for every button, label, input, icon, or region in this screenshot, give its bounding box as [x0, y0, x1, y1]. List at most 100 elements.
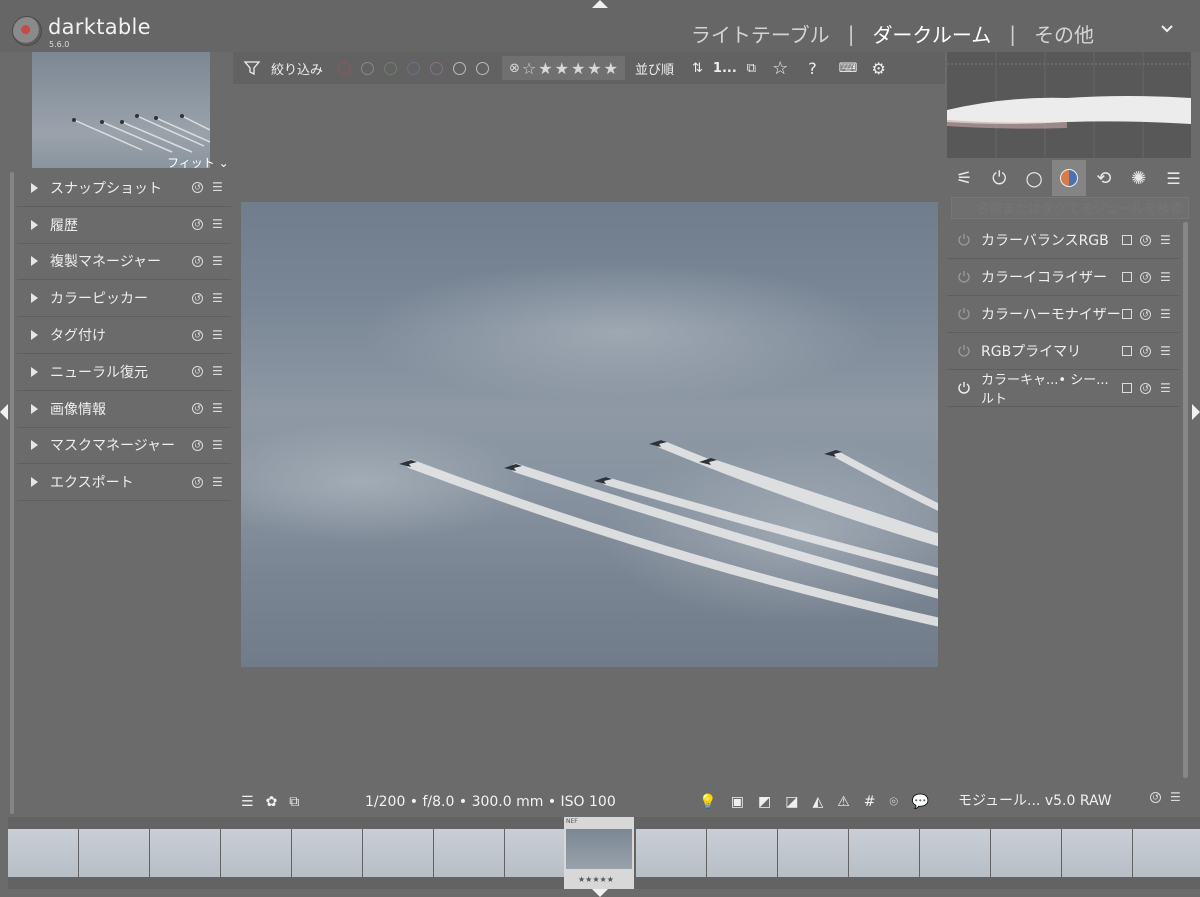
module-color-equalizer[interactable]: カラーイコライザー ↺ ☰ [947, 259, 1179, 296]
preset-menu-icon[interactable]: ☰ [212, 402, 223, 414]
reset-icon[interactable]: ↺ [1140, 308, 1151, 320]
filmstrip-thumbnail-selected[interactable]: NEF ★★★★★ [564, 817, 634, 889]
chevron-down-icon[interactable] [1160, 22, 1174, 36]
preset-menu-icon[interactable]: ☰ [212, 181, 223, 193]
iso12646-icon[interactable]: 💡 [699, 794, 716, 810]
gamut-check-icon[interactable]: ◭ [812, 794, 823, 810]
power-icon[interactable] [957, 307, 971, 321]
label-mode-icon[interactable] [476, 61, 490, 75]
module-export[interactable]: エクスポート ↺ ☰ [17, 464, 231, 502]
star-overlay-icon[interactable]: ☆ [772, 58, 788, 79]
module-color-picker[interactable]: カラーピッカー ↺ ☰ [17, 280, 231, 318]
warning-icon[interactable]: ⚠ [837, 794, 850, 810]
left-scrollbar[interactable] [10, 172, 14, 814]
preset-menu-icon[interactable]: ☰ [212, 439, 223, 451]
reset-icon[interactable]: ↺ [192, 292, 203, 304]
rating-filter[interactable]: ⊗ ☆ ★ ★ ★ ★ ★ [502, 56, 625, 80]
softproof-icon[interactable]: ◪ [785, 794, 798, 810]
grouping-icon[interactable]: ⧉ [747, 61, 756, 76]
preset-menu-icon[interactable]: ☰ [1170, 791, 1181, 803]
tab-quick-access[interactable]: ⚟ [947, 160, 982, 196]
filmstrip-thumbnail[interactable] [8, 829, 78, 877]
filmstrip-thumbnail[interactable] [849, 829, 919, 877]
filmstrip-thumbnail[interactable] [778, 829, 848, 877]
reset-icon[interactable]: ↺ [192, 366, 203, 378]
filmstrip-thumbnail[interactable] [434, 829, 504, 877]
reset-icon[interactable]: ↺ [1140, 271, 1151, 283]
filmstrip-thumbnail[interactable] [920, 829, 990, 877]
preset-menu-icon[interactable]: ☰ [1160, 308, 1171, 320]
right-scrollbar[interactable] [1183, 222, 1188, 778]
module-image-info[interactable]: 画像情報 ↺ ☰ [17, 391, 231, 428]
filmstrip-thumbnail[interactable] [1062, 829, 1132, 877]
module-duplicate-manager[interactable]: 複製マネージャー ↺ ☰ [17, 244, 231, 281]
quick-access-icon[interactable]: ☰ [241, 794, 254, 810]
yellow-label-icon[interactable] [361, 61, 375, 75]
star-icon[interactable]: ★ [571, 59, 585, 78]
reset-icon[interactable]: ↺ [1140, 234, 1151, 246]
view-darkroom[interactable]: ダークルーム [854, 19, 1009, 48]
reset-icon[interactable]: ↺ [192, 329, 203, 341]
styles-icon[interactable]: ✿ [266, 794, 278, 810]
power-icon[interactable] [957, 344, 971, 358]
filmstrip-thumbnail[interactable] [991, 829, 1061, 877]
second-window-icon[interactable]: ⧉ [289, 794, 299, 810]
module-neural-restore[interactable]: ニューラル復元 ↺ ☰ [17, 354, 231, 391]
tab-correct[interactable]: ⟲ [1086, 160, 1121, 196]
reset-icon[interactable]: ↺ [192, 403, 203, 415]
star-icon[interactable]: ★ [555, 59, 569, 78]
red-label-icon[interactable] [338, 61, 352, 75]
green-label-icon[interactable] [384, 61, 398, 75]
star-icon[interactable]: ★ [538, 59, 552, 78]
sort-value[interactable]: 1... [713, 61, 737, 76]
module-mask-manager[interactable]: マスクマネージャー ↺ ☰ [17, 428, 231, 465]
tab-color[interactable] [1051, 160, 1087, 196]
top-panel-toggle[interactable] [592, 0, 608, 8]
multi-instance-icon[interactable] [1122, 272, 1132, 282]
help-icon[interactable]: ? [808, 59, 817, 78]
module-history[interactable]: 履歴 ↺ ☰ [17, 207, 231, 244]
navigation-preview[interactable] [32, 52, 210, 168]
purple-label-icon[interactable] [430, 61, 444, 75]
multi-instance-icon[interactable] [1122, 235, 1132, 245]
tab-presets[interactable]: ☰ [1156, 160, 1191, 196]
module-search-input[interactable] [951, 197, 1189, 219]
preset-menu-icon[interactable]: ☰ [212, 255, 223, 267]
guides-icon[interactable]: # [864, 794, 876, 810]
histogram[interactable] [947, 52, 1191, 158]
tab-active-modules[interactable]: ⏻ [982, 160, 1017, 196]
thumbnail-rating[interactable]: ★★★★★ [578, 875, 614, 884]
reset-icon[interactable]: ↺ [192, 255, 203, 267]
zoom-selector[interactable]: フィット ⌄ [167, 154, 229, 171]
module-color-balance-rgb[interactable]: カラーバランスRGB ↺ ☰ [947, 222, 1179, 259]
tab-base[interactable]: ○ [1017, 160, 1052, 196]
bottom-panel-toggle[interactable] [592, 889, 608, 897]
preset-menu-icon[interactable]: ☰ [1160, 382, 1171, 394]
star-icon[interactable]: ★ [587, 59, 601, 78]
module-color-harmonizer[interactable]: カラーハーモナイザー ↺ ☰ [947, 296, 1179, 333]
module-rgb-primaries[interactable]: RGBプライマリ ↺ ☰ [947, 333, 1179, 370]
preset-menu-icon[interactable]: ☰ [212, 218, 223, 230]
filter-label[interactable]: 絞り込み [271, 59, 323, 78]
filmstrip-thumbnail[interactable] [292, 829, 362, 877]
reset-icon[interactable]: ↺ [1140, 345, 1151, 357]
view-lighttable[interactable]: ライトテーブル [673, 19, 848, 48]
color-label-filter[interactable] [333, 61, 494, 75]
sort-order-icon[interactable]: ⇅ [692, 61, 703, 76]
power-icon[interactable] [957, 381, 971, 395]
reset-icon[interactable]: ↺ [192, 182, 203, 194]
preset-menu-icon[interactable]: ☰ [1160, 234, 1171, 246]
preset-menu-icon[interactable]: ☰ [1160, 345, 1171, 357]
overlay-text-icon[interactable]: 💬 [912, 794, 929, 810]
view-other[interactable]: その他 [1016, 19, 1112, 48]
filmstrip-thumbnail[interactable] [79, 829, 149, 877]
reset-icon[interactable]: ↺ [1150, 792, 1161, 803]
right-panel-toggle[interactable] [1192, 404, 1200, 420]
reject-icon[interactable]: ⊗ [509, 61, 520, 76]
gear-icon[interactable]: ⚙ [871, 59, 885, 78]
power-icon[interactable] [957, 233, 971, 247]
filmstrip-thumbnail[interactable] [1133, 829, 1200, 877]
clipping-icon[interactable]: ◩ [758, 794, 771, 810]
tab-effect[interactable]: ✺ [1121, 160, 1156, 196]
keyboard-icon[interactable]: ⌨ [839, 61, 858, 76]
